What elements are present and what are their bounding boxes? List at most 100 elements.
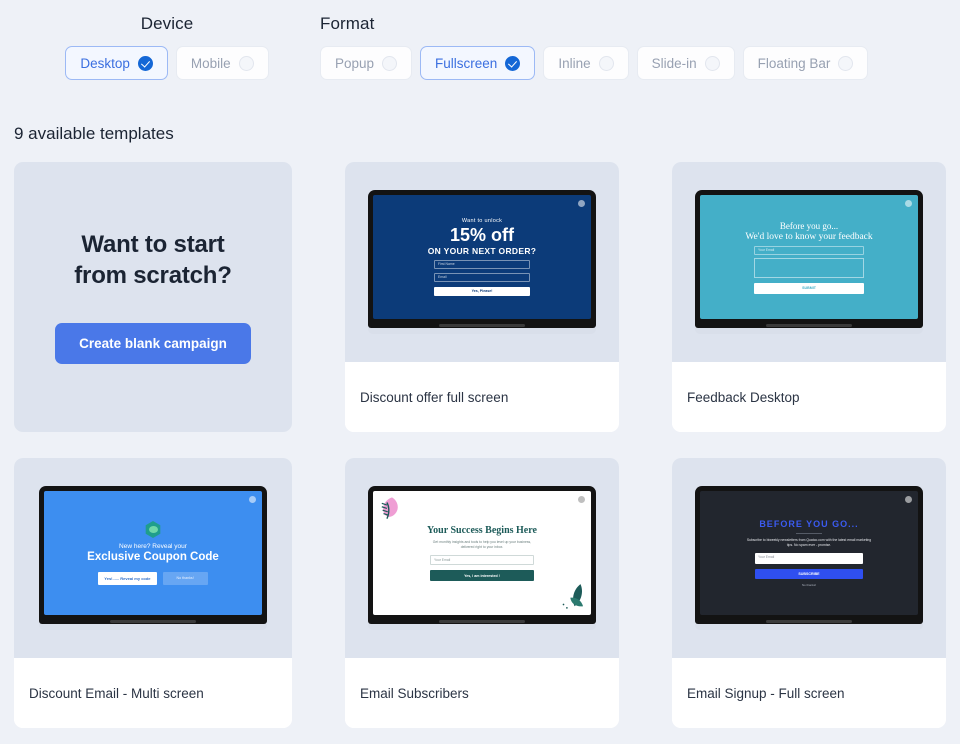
preview-decline-link: No thanks! [801,583,817,588]
device-filter-group: Device Desktop Mobile [14,14,320,80]
format-chip-slide-in-label: Slide-in [651,55,697,71]
device-chip-desktop[interactable]: Desktop [65,46,168,80]
gift-hexagon-icon [145,521,161,538]
monitor-stand [695,328,923,334]
preview-line2: We'd love to know your feedback [745,231,873,242]
template-card-email-signup-full-screen[interactable]: BEFORE YOU GO... Subscribe to biweekly n… [672,458,946,728]
blank-campaign-card[interactable]: Want to start from scratch? Create blank… [14,162,292,432]
template-card-title: Email Subscribers [345,658,619,728]
preview-body: Subscribe to biweekly newsletters from Q… [746,537,872,547]
blank-campaign-title-line2: from scratch? [74,261,232,289]
preview-headline: Exclusive Coupon Code [87,551,219,563]
device-filter-title: Device [140,14,194,33]
floral-decoration-icon [381,497,398,519]
close-icon [578,496,585,503]
preview-field-email: Your Email [755,553,863,565]
preview-line1: Before you go... [779,220,839,231]
create-blank-campaign-button[interactable]: Create blank campaign [55,323,251,365]
template-card-email-subscribers[interactable]: Your Success Begins Here Get monthly ins… [345,458,619,728]
format-chip-fullscreen[interactable]: Fullscreen [420,46,536,80]
preview-button-row: Yes!...... Reveal my code No thanks! [98,572,208,585]
device-chip-desktop-label: Desktop [80,55,130,71]
filter-bar: Device Desktop Mobile Format Popup Fulls… [0,0,960,80]
device-chip-mobile[interactable]: Mobile [175,46,269,80]
format-chip-floating-bar[interactable]: Floating Bar [742,46,869,80]
preview-field-first-name: First Name [434,259,530,269]
preview-screen: Want to unlock 15% off ON YOUR NEXT ORDE… [373,195,591,319]
template-thumbnail: BEFORE YOU GO... Subscribe to biweekly n… [672,458,946,658]
format-chip-inline[interactable]: Inline [543,46,629,80]
preview-eyebrow: New here? Reveal your [119,543,187,550]
preview-screen: BEFORE YOU GO... Subscribe to biweekly n… [700,491,918,615]
format-chip-slide-in[interactable]: Slide-in [636,46,735,80]
preview-field-email: Your Email [754,245,864,255]
format-chip-fullscreen-label: Fullscreen [435,55,498,71]
template-card-discount-email-multi-screen[interactable]: New here? Reveal your Exclusive Coupon C… [14,458,292,728]
close-icon [905,496,912,503]
template-card-title: Discount offer full screen [345,362,619,432]
close-icon [249,496,256,503]
desktop-monitor-mock: BEFORE YOU GO... Subscribe to biweekly n… [695,486,923,630]
preview-subhead: ON YOUR NEXT ORDER? [427,245,537,256]
format-filter-title: Format [320,14,375,33]
monitor-bezel: Your Success Begins Here Get monthly ins… [368,486,596,624]
close-icon [905,200,912,207]
template-card-title: Discount Email - Multi screen [14,658,292,728]
check-circle-icon [505,55,521,71]
format-chip-popup[interactable]: Popup [320,46,413,80]
template-gallery-page: Device Desktop Mobile Format Popup Fulls… [0,0,960,744]
format-filter-group: Format Popup Fullscreen Inline Slide-in [320,14,960,80]
empty-circle-icon [838,55,854,71]
monitor-stand [39,624,267,630]
monitor-bezel: Before you go... We'd love to know your … [695,190,923,328]
preview-secondary-button: No thanks! [162,572,208,585]
preview-screen: Before you go... We'd love to know your … [700,195,918,319]
preview-submit-button: Yes, Please! [434,286,530,296]
preview-screen: Your Success Begins Here Get monthly ins… [373,491,591,615]
check-circle-icon [137,55,153,71]
monitor-bezel: BEFORE YOU GO... Subscribe to biweekly n… [695,486,923,624]
preview-submit-button: SUBSCRIBE [755,569,863,580]
preview-primary-button: Yes!...... Reveal my code [98,572,157,585]
template-thumbnail: New here? Reveal your Exclusive Coupon C… [14,458,292,658]
template-thumbnail: Your Success Begins Here Get monthly ins… [345,458,619,658]
format-chip-list: Popup Fullscreen Inline Slide-in Floatin… [320,46,960,80]
template-card-title: Feedback Desktop [672,362,946,432]
preview-headline: 15% off [449,225,514,246]
results-count: 9 available templates [14,124,174,143]
preview-headline: Your Success Begins Here [427,524,537,536]
divider [796,532,822,534]
close-icon [578,200,585,207]
desktop-monitor-mock: Your Success Begins Here Get monthly ins… [368,486,596,630]
blank-campaign-title: Want to start from scratch? [74,230,232,291]
monitor-stand [368,328,596,334]
desktop-monitor-mock: New here? Reveal your Exclusive Coupon C… [39,486,267,630]
template-card-feedback-desktop[interactable]: Before you go... We'd love to know your … [672,162,946,432]
preview-submit-button: SUBMIT [754,282,864,294]
desktop-monitor-mock: Before you go... We'd love to know your … [695,190,923,334]
preview-eyebrow: Want to unlock [461,218,503,225]
preview-field-email: Email [434,272,530,282]
template-card-discount-offer-full-screen[interactable]: Want to unlock 15% off ON YOUR NEXT ORDE… [345,162,619,432]
monitor-stand [695,624,923,630]
template-grid: Want to start from scratch? Create blank… [0,162,960,728]
preview-textarea [754,257,864,278]
empty-circle-icon [704,55,720,71]
format-chip-popup-label: Popup [335,55,375,71]
preview-submit-button: Yes, I am interested ! [430,570,534,582]
empty-circle-icon [382,55,398,71]
empty-circle-icon [238,55,254,71]
preview-headline: BEFORE YOU GO... [759,518,859,529]
desktop-monitor-mock: Want to unlock 15% off ON YOUR NEXT ORDE… [368,190,596,334]
preview-screen: New here? Reveal your Exclusive Coupon C… [44,491,262,615]
monitor-bezel: Want to unlock 15% off ON YOUR NEXT ORDE… [368,190,596,328]
device-chip-mobile-label: Mobile [190,55,231,71]
floral-decoration-icon [562,584,584,609]
device-chip-list: Desktop Mobile [65,46,269,80]
empty-circle-icon [598,55,614,71]
template-thumbnail: Before you go... We'd love to know your … [672,162,946,362]
template-card-title: Email Signup - Full screen [672,658,946,728]
preview-field-email: Your Email [430,555,534,566]
blank-campaign-title-line1: Want to start [81,230,225,258]
format-chip-inline-label: Inline [558,55,591,71]
